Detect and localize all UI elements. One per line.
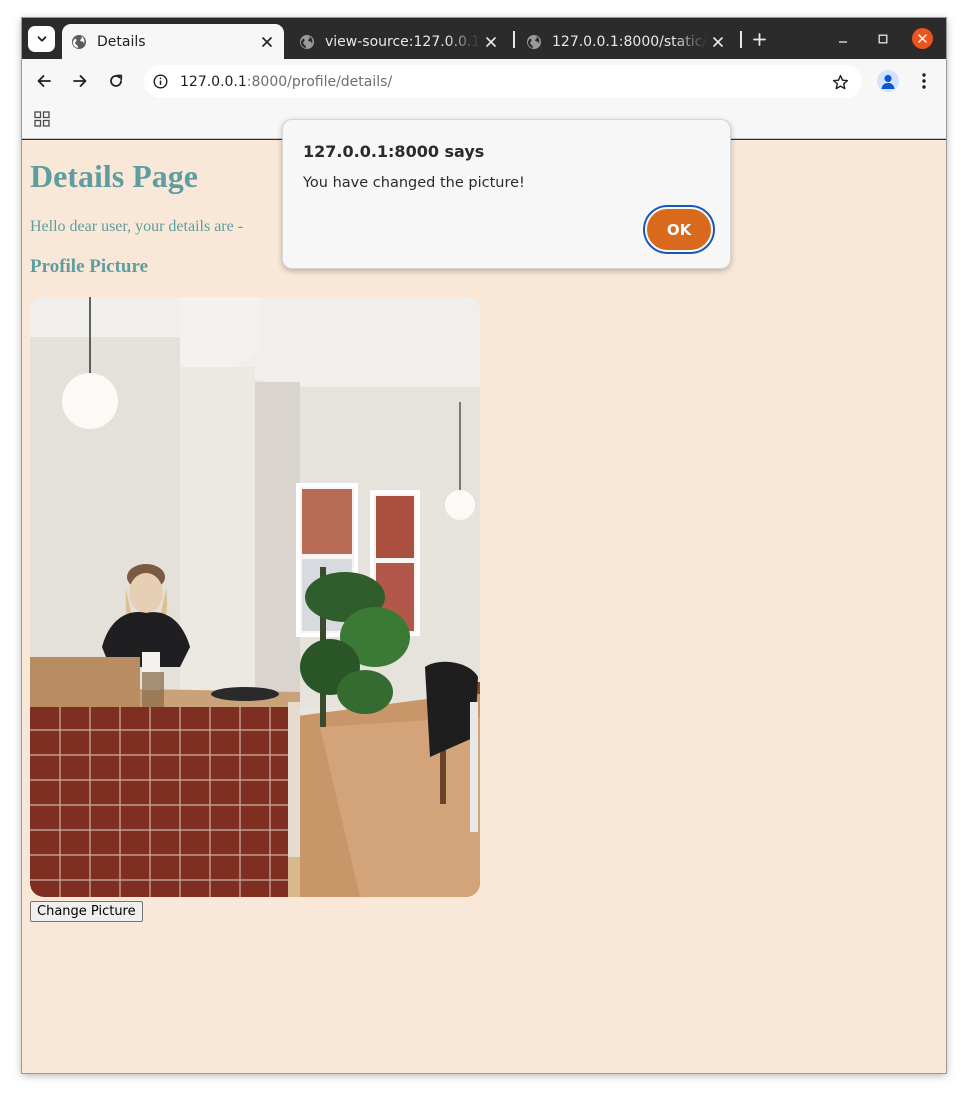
url-path: :8000/profile/details/ <box>246 73 393 90</box>
close-icon <box>486 36 496 47</box>
kebab-menu-icon <box>922 73 926 89</box>
url-text: 127.0.0.1:8000/profile/details/ <box>180 74 392 90</box>
globe-icon <box>300 34 314 49</box>
back-button[interactable] <box>32 69 56 93</box>
close-window-button[interactable] <box>912 28 933 49</box>
arrow-left-icon <box>37 75 51 87</box>
page-title: Details Page <box>30 158 198 194</box>
close-icon <box>713 36 723 47</box>
tab-search-button[interactable] <box>28 26 55 52</box>
tab-title: Details <box>97 33 146 50</box>
url-host: 127.0.0.1 <box>180 73 247 90</box>
maximize-icon <box>878 34 888 44</box>
browser-window: Details view-source:127.0.0.1:8000/profi… <box>22 18 946 1073</box>
forward-button[interactable] <box>68 69 92 93</box>
site-info-button[interactable] <box>152 74 168 90</box>
new-tab-button[interactable] <box>748 28 770 50</box>
arrow-right-icon <box>73 75 87 87</box>
tab-details[interactable]: Details <box>62 24 284 59</box>
alert-dialog: 127.0.0.1:8000 says You have changed the… <box>282 119 731 269</box>
globe-icon <box>527 34 541 49</box>
browser-toolbar: 127.0.0.1:8000/profile/details/ <box>22 59 946 104</box>
alert-message: You have changed the picture! <box>303 175 525 191</box>
info-icon <box>152 74 168 89</box>
maximize-button[interactable] <box>873 29 893 49</box>
tab-title: view-source:127.0.0.1:8000/profile/detai… <box>325 33 480 50</box>
close-icon <box>918 34 927 43</box>
tab-static-css[interactable]: 127.0.0.1:8000/static/CSS/details.css <box>517 24 735 59</box>
reload-button[interactable] <box>104 69 128 93</box>
alert-ok-button[interactable]: OK <box>645 207 713 252</box>
close-icon <box>262 36 272 47</box>
profile-picture <box>30 297 480 897</box>
tab-strip: Details view-source:127.0.0.1:8000/profi… <box>22 18 946 59</box>
reload-icon <box>110 74 123 87</box>
change-picture-button[interactable]: Change Picture <box>30 901 143 922</box>
person-icon <box>881 74 895 89</box>
section-title: Profile Picture <box>30 256 148 277</box>
close-tab-button[interactable] <box>707 31 729 53</box>
globe-icon <box>72 34 86 49</box>
address-bar[interactable]: 127.0.0.1:8000/profile/details/ <box>144 65 862 98</box>
minimize-button[interactable] <box>833 29 853 49</box>
browser-menu-button[interactable] <box>914 70 934 92</box>
profile-button[interactable] <box>877 70 899 92</box>
bookmark-star-button[interactable] <box>830 72 850 92</box>
close-tab-button[interactable] <box>480 31 502 53</box>
minimize-icon <box>839 41 847 43</box>
alert-title: 127.0.0.1:8000 says <box>303 142 485 161</box>
apps-grid-icon[interactable] <box>34 111 50 127</box>
tab-separator <box>740 31 742 48</box>
tab-title: 127.0.0.1:8000/static/CSS/details.css <box>552 33 707 50</box>
page-content: Details Page Hello dear user, your detai… <box>22 140 946 1073</box>
tab-view-source[interactable]: view-source:127.0.0.1:8000/profile/detai… <box>290 24 508 59</box>
cafe-photo-illustration <box>30 297 480 897</box>
star-icon <box>832 74 848 89</box>
close-tab-button[interactable] <box>256 31 278 53</box>
greeting-text: Hello dear user, your details are - <box>30 218 244 235</box>
chevron-down-icon <box>37 36 46 42</box>
plus-icon <box>752 32 766 46</box>
tab-separator <box>513 31 515 48</box>
